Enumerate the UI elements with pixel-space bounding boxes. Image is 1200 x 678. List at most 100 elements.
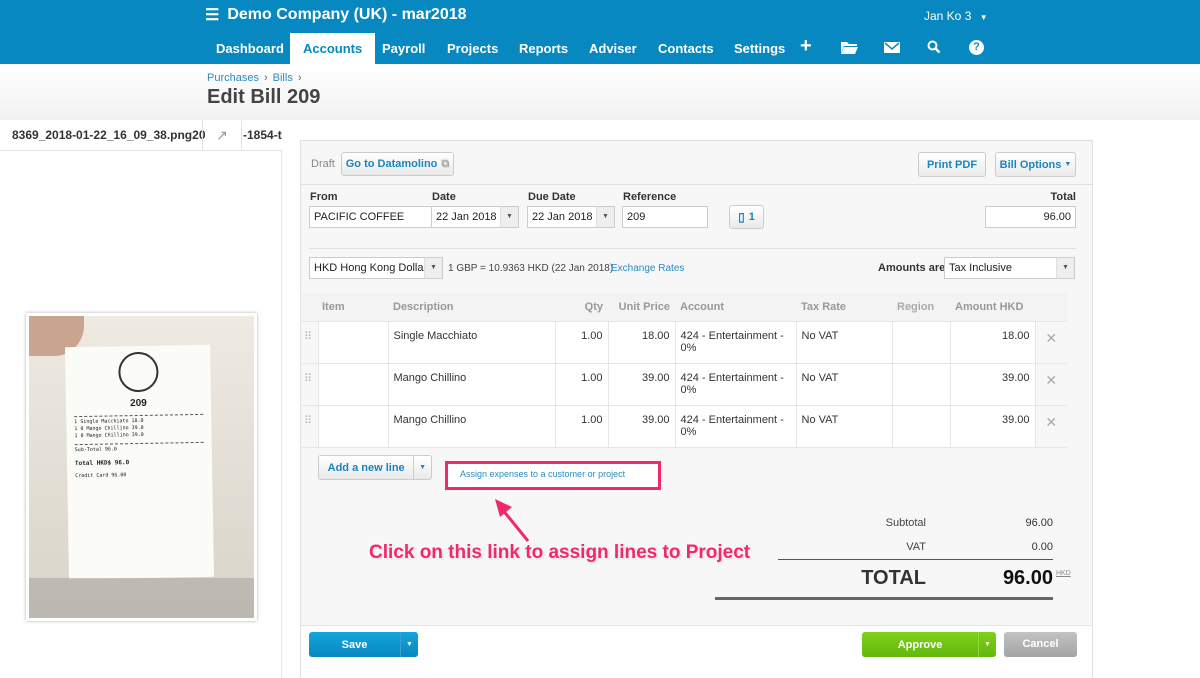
nav-settings[interactable]: Settings <box>721 33 798 64</box>
line-items-table: Item Description Qty Unit Price Account … <box>302 293 1067 448</box>
cell-account[interactable]: 424 - Entertainment - 0% <box>674 362 797 406</box>
cell-qty[interactable]: 1.00 <box>554 404 609 448</box>
table-row: ⠿ Mango Chillino 1.00 39.00 424 - Entert… <box>302 404 1067 448</box>
cell-amount[interactable]: 18.00 <box>949 320 1036 364</box>
save-button[interactable]: Save ▼ <box>309 632 418 657</box>
cell-region[interactable] <box>891 404 951 448</box>
nav-dashboard[interactable]: Dashboard <box>203 33 297 64</box>
delete-row-icon[interactable]: ✕ <box>1034 404 1067 448</box>
chevron-down-icon[interactable]: ▼ <box>978 632 996 657</box>
cell-qty[interactable]: 1.00 <box>554 362 609 406</box>
reference-label: Reference <box>623 191 677 203</box>
due-date-input[interactable]: 22 Jan 2018 ▼ <box>527 206 615 228</box>
button-label: Add a new line <box>327 461 405 474</box>
cell-unit-price[interactable]: 39.00 <box>607 404 676 448</box>
drag-handle-icon[interactable]: ⠿ <box>302 320 319 364</box>
breadcrumb-bills[interactable]: Bills <box>273 72 293 84</box>
cell-description[interactable]: Mango Chillino <box>387 362 556 406</box>
chevron-down-icon: ▼ <box>1064 161 1072 168</box>
nav-accounts[interactable]: Accounts <box>290 33 376 64</box>
col-description: Description <box>388 293 555 321</box>
annotation-text: Click on this link to assign lines to Pr… <box>369 542 751 563</box>
vat-value: 0.00 <box>1031 541 1053 553</box>
chevron-down-icon[interactable]: ▼ <box>400 632 418 657</box>
cell-account[interactable]: 424 - Entertainment - 0% <box>674 404 797 448</box>
divider <box>778 559 1053 560</box>
cancel-button[interactable]: Cancel <box>1004 632 1077 657</box>
cell-description[interactable]: Mango Chillino <box>387 404 556 448</box>
chevron-down-icon[interactable]: ▼ <box>413 456 431 479</box>
approve-button[interactable]: Approve ▼ <box>862 632 996 657</box>
plus-icon[interactable]: + <box>800 35 812 58</box>
assign-expenses-link[interactable]: Assign expenses to a customer or project <box>460 469 625 479</box>
cell-unit-price[interactable]: 18.00 <box>607 320 676 364</box>
add-new-line-button[interactable]: Add a new line ▼ <box>318 455 432 480</box>
cell-region[interactable] <box>891 320 951 364</box>
col-unit-price: Unit Price <box>608 293 675 321</box>
button-label: Save <box>341 638 368 651</box>
cell-item[interactable] <box>317 404 389 448</box>
cell-unit-price[interactable]: 39.00 <box>607 362 676 406</box>
cell-region[interactable] <box>891 362 951 406</box>
mail-icon[interactable] <box>884 42 900 53</box>
chevron-down-icon[interactable]: ▼ <box>596 207 614 227</box>
bill-options-button[interactable]: Bill Options ▼ <box>995 152 1076 177</box>
cell-tax-rate[interactable]: No VAT <box>795 404 893 448</box>
status-label: Draft <box>311 158 335 170</box>
cell-account[interactable]: 424 - Entertainment - 0% <box>674 320 797 364</box>
date-value: 22 Jan 2018 <box>436 211 497 223</box>
file-tab[interactable]: 8369_2018-01-22_16_09_38.png20 <box>12 128 206 142</box>
reference-input[interactable]: 209 <box>622 206 708 228</box>
nav-adviser[interactable]: Adviser <box>576 33 650 64</box>
total-label: TOTAL <box>861 567 926 589</box>
receipt-line: 1 0 Mango Chillino 39.0 <box>74 431 144 440</box>
nav-contacts[interactable]: Contacts <box>645 33 727 64</box>
delete-row-icon[interactable]: ✕ <box>1034 320 1067 364</box>
file-tab-next[interactable]: -1854-t <box>243 128 282 142</box>
cell-amount[interactable]: 39.00 <box>949 404 1036 448</box>
attachments-button[interactable]: ▯ 1 <box>729 205 764 229</box>
currency-select[interactable]: HKD Hong Kong Dollar ▼ <box>309 257 443 279</box>
chevron-down-icon[interactable]: ▼ <box>500 207 518 227</box>
receipt-subtotal: Sub-Total 96.0 <box>74 446 117 454</box>
file-tabs: 8369_2018-01-22_16_09_38.png20 ↗ -1854-t <box>0 120 282 151</box>
cell-tax-rate[interactable]: No VAT <box>795 362 893 406</box>
breadcrumb-purchases[interactable]: Purchases <box>207 72 259 84</box>
chevron-down-icon: ▼ <box>1056 258 1074 278</box>
user-name: Jan Ko 3 <box>924 9 972 23</box>
amounts-are-select[interactable]: Tax Inclusive ▼ <box>944 257 1075 279</box>
table-row: ⠿ Single Macchiato 1.00 18.00 424 - Ente… <box>302 320 1067 364</box>
exchange-rates-link[interactable]: Exchange Rates <box>611 263 684 274</box>
total-input[interactable]: 96.00 <box>985 206 1076 228</box>
delete-row-icon[interactable]: ✕ <box>1034 362 1067 406</box>
date-input[interactable]: 22 Jan 2018 ▼ <box>431 206 519 228</box>
cell-item[interactable] <box>317 362 389 406</box>
help-icon[interactable]: ? <box>969 40 984 55</box>
print-pdf-button[interactable]: Print PDF <box>918 152 986 177</box>
nav-payroll[interactable]: Payroll <box>369 33 438 64</box>
cell-item[interactable] <box>317 320 389 364</box>
chevron-down-icon: ▼ <box>979 13 988 22</box>
org-switcher[interactable]: ☰ Demo Company (UK) - mar2018 <box>205 5 467 25</box>
drag-handle-icon[interactable]: ⠿ <box>302 404 319 448</box>
divider <box>301 184 1092 185</box>
nav-reports[interactable]: Reports <box>506 33 581 64</box>
cell-amount[interactable]: 39.00 <box>949 362 1036 406</box>
go-to-datamolino-button[interactable]: Go to Datamolino ⧉ <box>341 152 454 176</box>
pacific-coffee-logo <box>117 351 159 393</box>
breadcrumb: Purchases › Bills › <box>207 72 302 84</box>
cell-tax-rate[interactable]: No VAT <box>795 320 893 364</box>
drag-handle-icon[interactable]: ⠿ <box>302 362 319 406</box>
folder-icon[interactable] <box>841 41 858 54</box>
user-menu[interactable]: Jan Ko 3 ▼ <box>924 9 988 23</box>
receipt-image[interactable]: 209 1 Single Macchiato 18.0 1 0 Mango Ch… <box>26 313 257 621</box>
cell-description[interactable]: Single Macchiato <box>387 320 556 364</box>
from-input[interactable]: PACIFIC COFFEE <box>309 206 432 228</box>
page-header <box>0 64 1200 120</box>
nav-projects[interactable]: Projects <box>434 33 511 64</box>
expand-icon[interactable]: ↗ <box>202 120 242 150</box>
search-icon[interactable] <box>927 40 941 54</box>
cell-qty[interactable]: 1.00 <box>554 320 609 364</box>
receipt-card: Credit Card 96.00 <box>75 472 127 480</box>
menu-icon: ☰ <box>205 7 220 24</box>
